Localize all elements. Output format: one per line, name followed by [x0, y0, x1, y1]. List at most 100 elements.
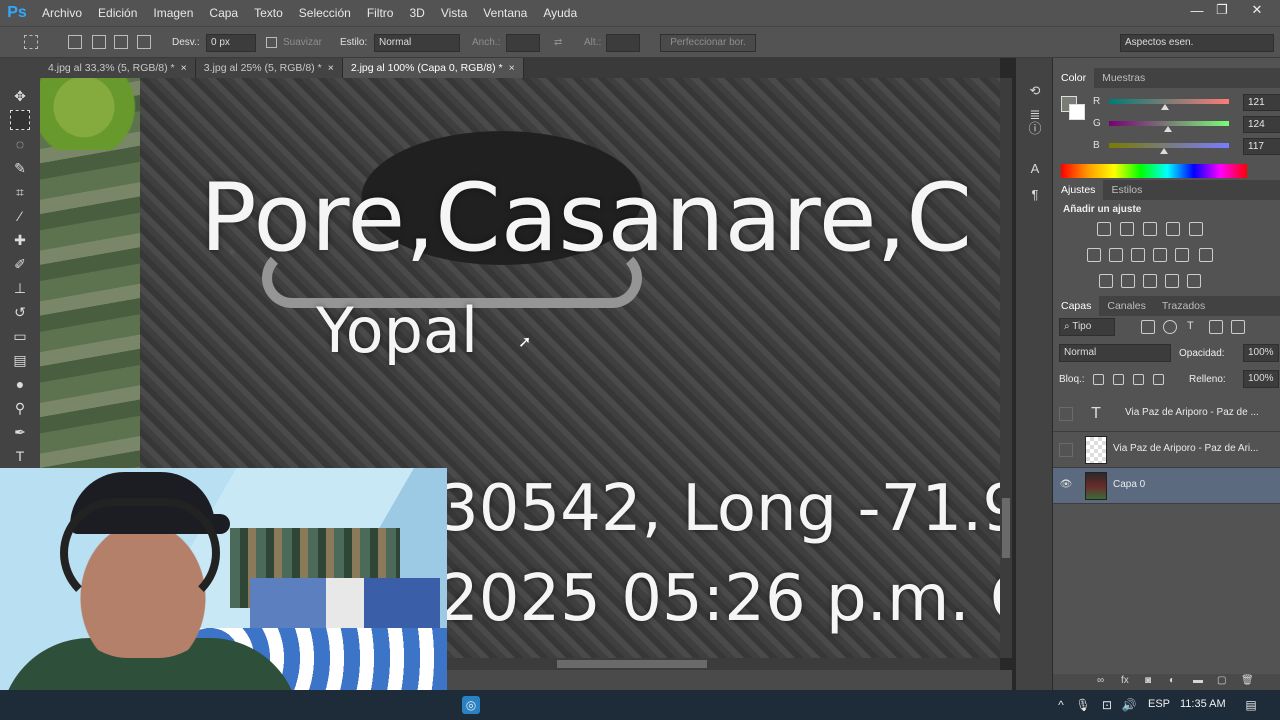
mask-icon[interactable]: ◙ — [1145, 675, 1151, 686]
green-value-input[interactable]: 124 — [1243, 116, 1280, 133]
width-input[interactable] — [506, 34, 540, 52]
filter-shape-icon[interactable] — [1209, 320, 1223, 334]
tab-estilos[interactable]: Estilos — [1103, 180, 1150, 200]
layer-row-raster[interactable]: Via Paz de Ariporo - Paz de Ari... — [1053, 432, 1280, 468]
tab-canales[interactable]: Canales — [1099, 296, 1154, 316]
refine-edge-button[interactable]: Perfeccionar bor. — [660, 34, 756, 52]
tab-capas[interactable]: Capas — [1053, 296, 1100, 316]
eye-icon[interactable]: 👁 — [1059, 479, 1073, 493]
black-white-icon[interactable] — [1131, 248, 1145, 262]
lock-pixels-icon[interactable] — [1113, 374, 1124, 385]
feather-input[interactable]: 0 px — [206, 34, 256, 52]
visibility-toggle-icon[interactable] — [1059, 407, 1073, 421]
threshold-icon[interactable] — [1143, 274, 1157, 288]
history-panel-icon[interactable]: ⟲ — [1026, 82, 1044, 100]
green-knob[interactable] — [1163, 126, 1172, 132]
vibrance-icon[interactable] — [1189, 222, 1203, 236]
type-tool-icon[interactable]: T — [10, 446, 30, 466]
quick-select-tool-icon[interactable]: ✎ — [10, 158, 30, 178]
vertical-scroll-thumb[interactable] — [1002, 498, 1010, 558]
link-layers-icon[interactable]: ∞ — [1097, 675, 1104, 686]
layer-name[interactable]: Via Paz de Ariporo - Paz de ... — [1125, 407, 1259, 418]
antialias-checkbox[interactable] — [266, 37, 277, 48]
close-tab-icon[interactable]: × — [509, 62, 515, 74]
menu-texto[interactable]: Texto — [246, 0, 291, 26]
color-spectrum-bar[interactable] — [1061, 164, 1247, 178]
selective-color-icon[interactable] — [1187, 274, 1201, 288]
lock-all-icon[interactable] — [1153, 374, 1164, 385]
red-knob[interactable] — [1161, 104, 1170, 110]
menu-archivo[interactable]: Archivo — [34, 0, 90, 26]
layer-row-text[interactable]: T Via Paz de Ariporo - Paz de ... — [1053, 396, 1280, 432]
lasso-tool-icon[interactable]: ◌ — [10, 134, 30, 154]
color-balance-icon[interactable] — [1109, 248, 1123, 262]
menu-3d[interactable]: 3D — [401, 0, 432, 26]
filter-image-icon[interactable] — [1141, 320, 1155, 334]
layer-row-capa0[interactable]: 👁 Capa 0 — [1053, 468, 1280, 504]
fx-icon[interactable]: fx — [1121, 675, 1129, 686]
exposure-icon[interactable] — [1166, 222, 1180, 236]
move-tool-icon[interactable]: ✥ — [10, 86, 30, 106]
language-indicator[interactable]: ESP — [1148, 698, 1170, 710]
info-panel-icon[interactable]: ⓘ — [1026, 120, 1044, 138]
curves-icon[interactable] — [1143, 222, 1157, 236]
menu-filtro[interactable]: Filtro — [359, 0, 402, 26]
hue-saturation-icon[interactable] — [1087, 248, 1101, 262]
filter-type-icon[interactable]: T — [1187, 320, 1194, 332]
layer-name[interactable]: Capa 0 — [1113, 479, 1145, 490]
blur-tool-icon[interactable]: ● — [10, 374, 30, 394]
notifications-icon[interactable]: ▤ — [1242, 696, 1260, 714]
taskbar-caret-icon[interactable]: ^ — [1052, 696, 1070, 714]
blue-knob[interactable] — [1160, 148, 1169, 154]
tab-2jpg[interactable]: 2.jpg al 100% (Capa 0, RGB/8) * × — [342, 58, 524, 78]
tab-ajustes[interactable]: Ajustes — [1053, 180, 1104, 200]
horizontal-scrollbar[interactable] — [447, 658, 1000, 670]
menu-seleccion[interactable]: Selección — [291, 0, 359, 26]
brush-tool-icon[interactable]: ✐ — [10, 254, 30, 274]
fill-input[interactable]: 100% — [1243, 370, 1279, 388]
menu-capa[interactable]: Capa — [201, 0, 246, 26]
menu-vista[interactable]: Vista — [433, 0, 475, 26]
subtract-selection-icon[interactable] — [114, 35, 128, 49]
group-icon[interactable]: ▬ — [1193, 675, 1203, 686]
posterize-icon[interactable] — [1121, 274, 1135, 288]
pen-tool-icon[interactable]: ✒ — [10, 422, 30, 442]
vertical-scrollbar[interactable] — [1000, 78, 1012, 658]
gradient-tool-icon[interactable]: ▤ — [10, 350, 30, 370]
brightness-icon[interactable] — [1097, 222, 1111, 236]
taskbar-app-icon[interactable]: ◎ — [462, 696, 480, 714]
invert-icon[interactable] — [1099, 274, 1113, 288]
lock-transparency-icon[interactable] — [1093, 374, 1104, 385]
levels-icon[interactable] — [1120, 222, 1134, 236]
healing-tool-icon[interactable]: ✚ — [10, 230, 30, 250]
tab-muestras[interactable]: Muestras — [1094, 68, 1153, 88]
workspace-select[interactable]: Aspectos esen. — [1120, 34, 1274, 52]
visibility-toggle-icon[interactable] — [1059, 443, 1073, 457]
new-selection-icon[interactable] — [68, 35, 82, 49]
menu-imagen[interactable]: Imagen — [145, 0, 201, 26]
marquee-tool-icon[interactable] — [10, 110, 30, 130]
filter-smart-icon[interactable] — [1231, 320, 1245, 334]
history-brush-tool-icon[interactable]: ↺ — [10, 302, 30, 322]
tab-color[interactable]: Color — [1053, 68, 1095, 88]
eraser-tool-icon[interactable]: ▭ — [10, 326, 30, 346]
adjustment-layer-icon[interactable]: ◐ — [1169, 675, 1175, 686]
color-lookup-icon[interactable] — [1199, 248, 1213, 262]
layer-name[interactable]: Via Paz de Ariporo - Paz de Ari... — [1113, 443, 1258, 454]
menu-edicion[interactable]: Edición — [90, 0, 145, 26]
eyedropper-tool-icon[interactable]: ⁄ — [10, 206, 30, 226]
trash-icon[interactable]: 🗑 — [1241, 675, 1254, 686]
lock-position-icon[interactable] — [1133, 374, 1144, 385]
restore-button[interactable]: ❐ — [1207, 0, 1237, 20]
channel-mixer-icon[interactable] — [1175, 248, 1189, 262]
marquee-preset-icon[interactable] — [24, 35, 38, 49]
horizontal-scroll-thumb[interactable] — [557, 660, 707, 668]
volume-icon[interactable]: 🔊 — [1120, 696, 1138, 714]
character-panel-icon[interactable]: A — [1026, 160, 1044, 178]
gradient-map-icon[interactable] — [1165, 274, 1179, 288]
background-color-swatch[interactable] — [1069, 104, 1085, 120]
swap-icon[interactable]: ⇄ — [554, 37, 562, 48]
blend-mode-select[interactable]: Normal — [1059, 344, 1171, 362]
clock[interactable]: 11:35 AM — [1180, 698, 1226, 710]
blue-track[interactable] — [1109, 143, 1229, 148]
